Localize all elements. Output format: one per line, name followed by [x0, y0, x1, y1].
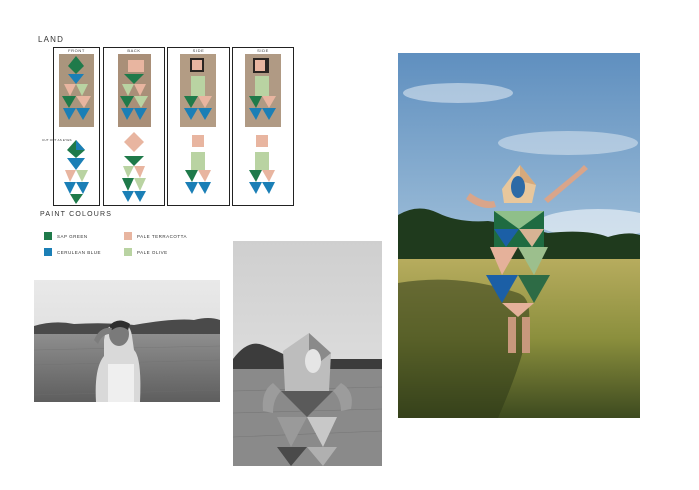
view-panel-side-2: SIDE [232, 47, 294, 206]
view-panel-back: BACK [103, 47, 165, 206]
swatch-label: CERULEAN BLUE [57, 250, 102, 255]
board-title: LAND [38, 35, 65, 44]
view-label: FRONT [68, 48, 85, 53]
view-label: SIDE [192, 48, 205, 53]
view-label: SIDE [257, 48, 269, 53]
side-view-illustration [245, 54, 281, 194]
swatch-cerulean-blue [44, 248, 52, 256]
swatch-sap-green [44, 232, 52, 240]
photo-costume-bw [233, 241, 382, 466]
swatch-pale-olive [124, 248, 132, 256]
view-label: BACK [127, 48, 141, 53]
front-view-illustration [59, 54, 94, 204]
back-view-illustration [118, 54, 151, 202]
swatch-pale-terracotta [124, 232, 132, 240]
view-panel-front: FRONT [53, 47, 100, 206]
front-note: CUT OUT AS EYES [42, 138, 72, 142]
side-view-illustration [180, 54, 216, 194]
paint-colours-heading: PAINT COLOURS [40, 211, 113, 218]
photo-woman-in-field [34, 280, 220, 402]
view-panel-side-1: SIDE [167, 47, 230, 206]
swatch-label: PALE OLIVE [137, 250, 168, 255]
photo-costume-colour [398, 53, 640, 418]
swatch-label: PALE TERRACOTTA [137, 234, 188, 239]
swatch-label: SAP GREEN [57, 234, 88, 239]
